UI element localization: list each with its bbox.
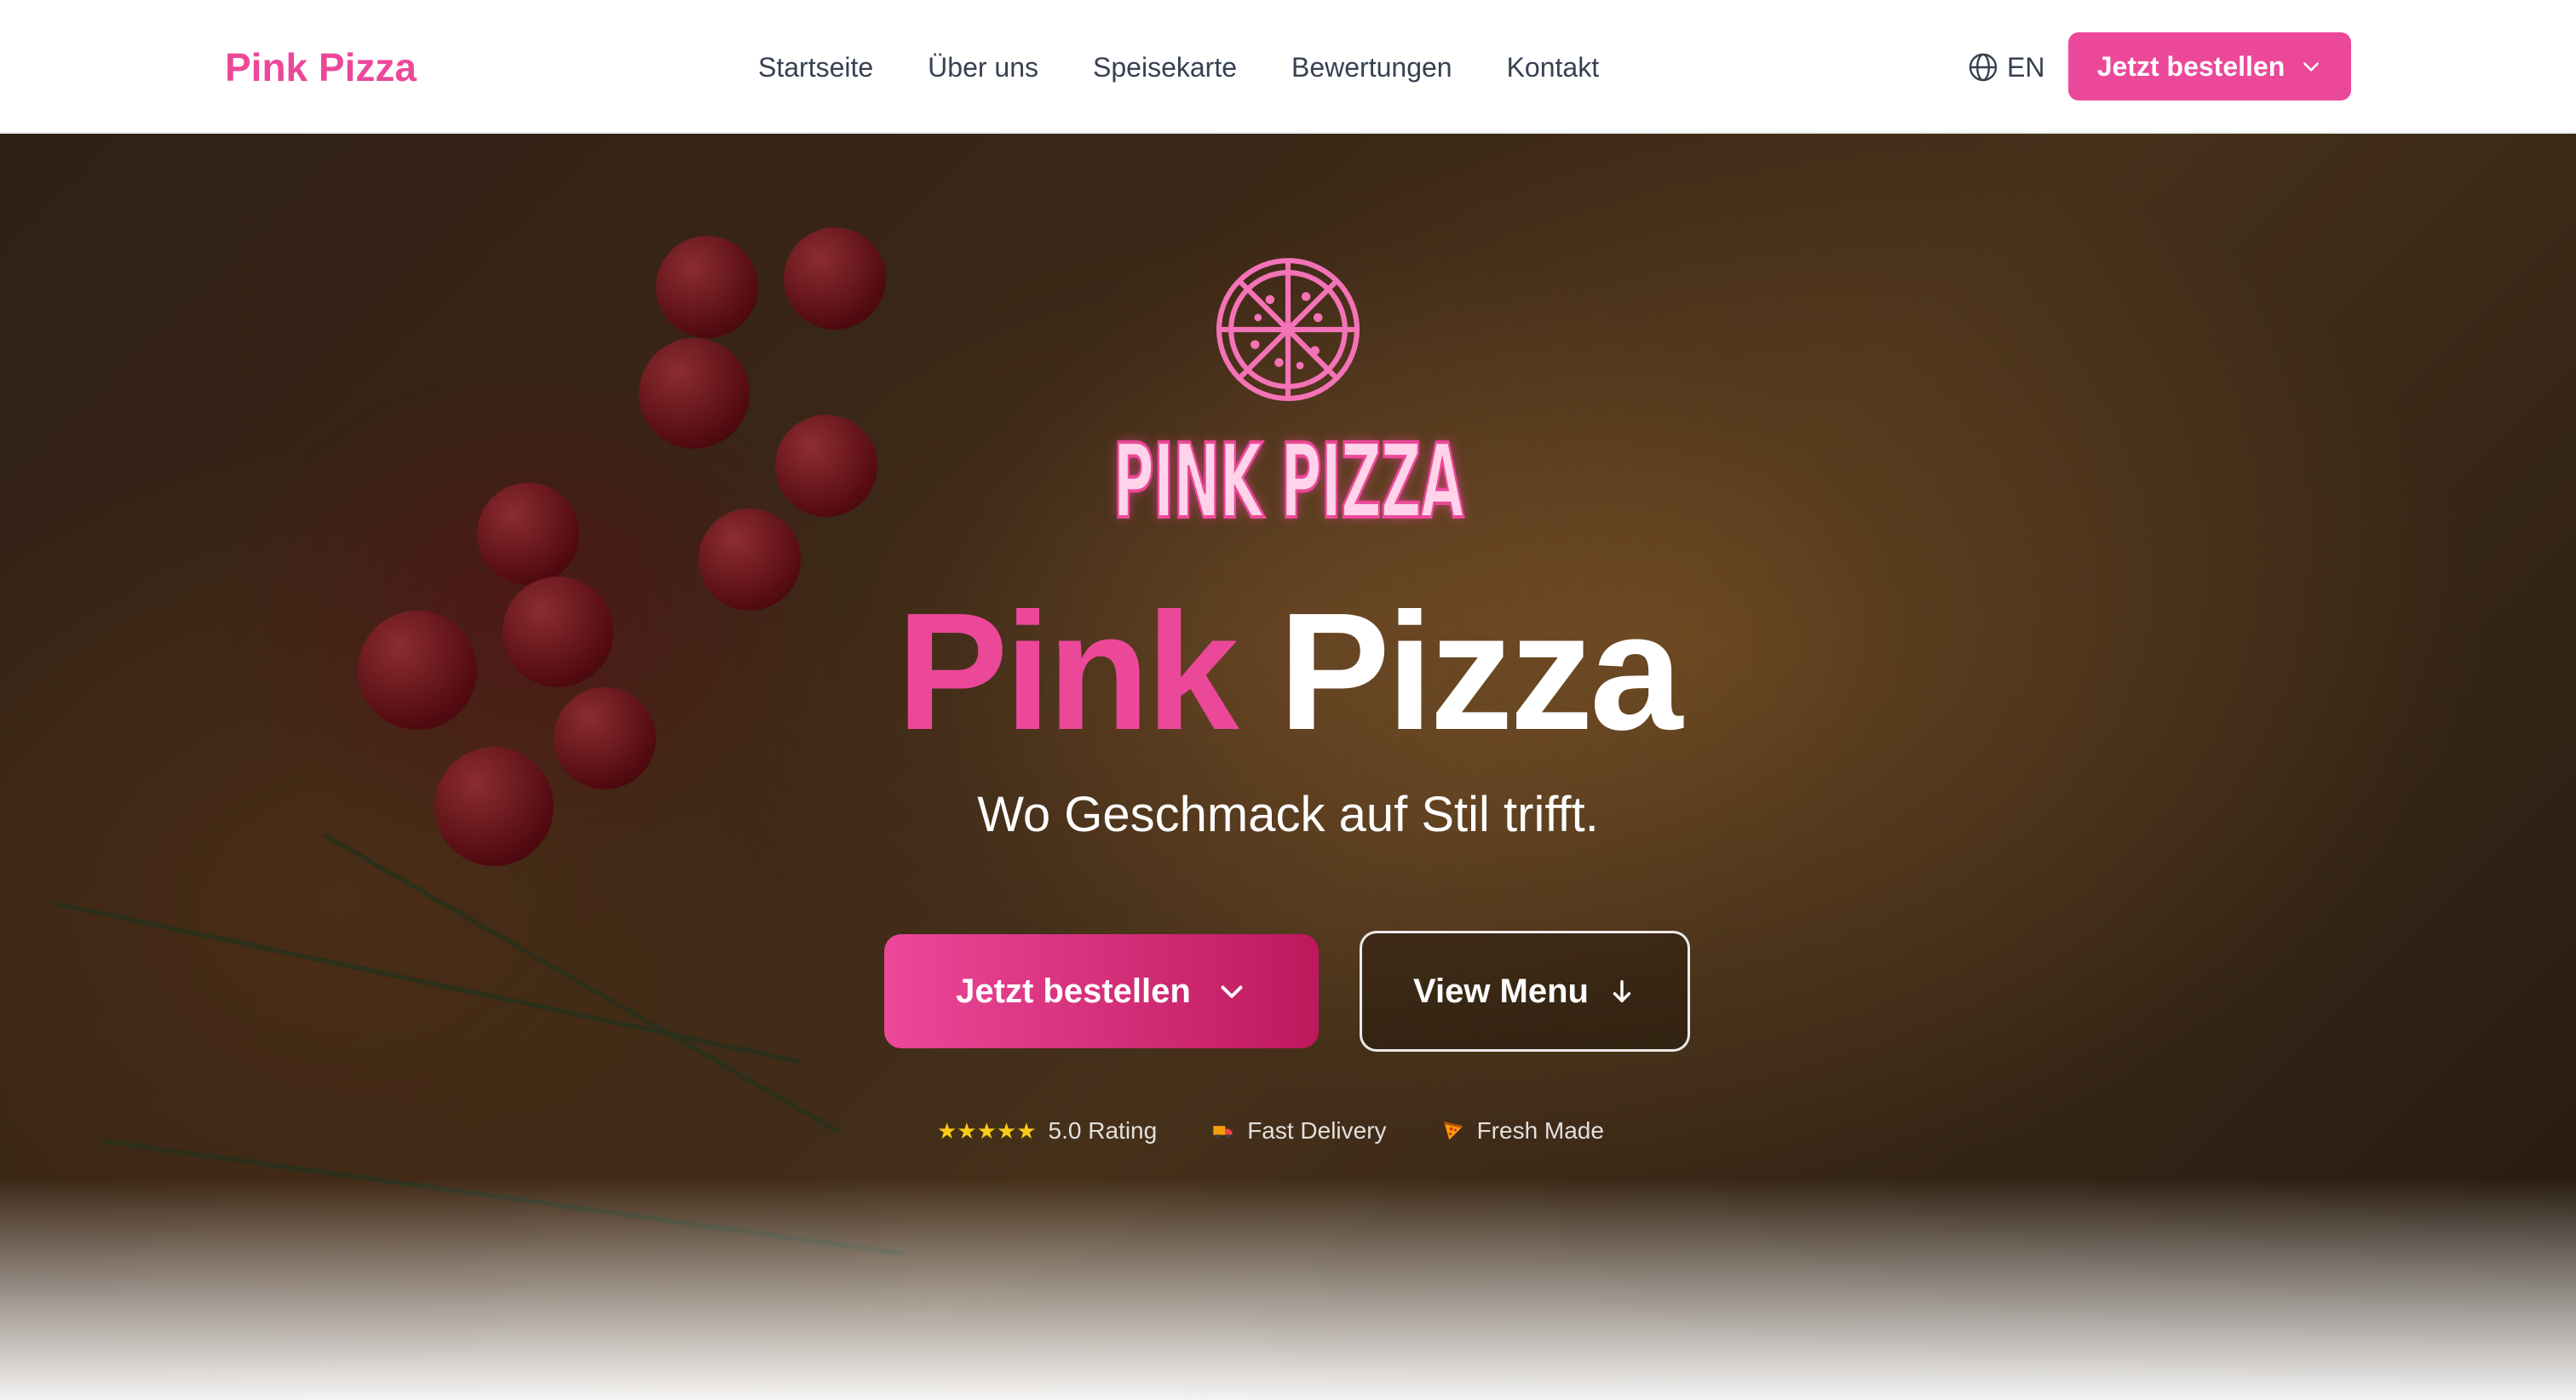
language-label: EN [2007, 51, 2045, 83]
site-header: Pink Pizza Startseite Über uns Speisekar… [0, 0, 2576, 134]
hero-features: ★★★★★ 5.0 Rating Fast Delivery Fresh Mad… [937, 1110, 1604, 1152]
brand-logo[interactable]: Pink Pizza [225, 37, 417, 97]
feature-delivery-label: Fast Delivery [1247, 1117, 1387, 1144]
chevron-down-icon [2303, 62, 2320, 72]
delivery-truck-icon [1213, 1126, 1233, 1139]
feature-delivery: Fast Delivery [1211, 1117, 1387, 1145]
header-order-label: Jetzt bestellen [2096, 50, 2286, 82]
nav-item-kontakt[interactable]: Kontakt [1507, 37, 1600, 97]
star-icon: ★★★★★ [937, 1117, 1037, 1144]
view-menu-button[interactable]: View Menu [1360, 931, 1690, 1052]
feature-fresh: Fresh Made [1441, 1117, 1604, 1145]
nav-item-startseite[interactable]: Startseite [758, 37, 873, 97]
globe-icon [1969, 53, 1998, 82]
feature-fresh-label: Fresh Made [1476, 1117, 1604, 1144]
hero-title-white: Pizza [1279, 578, 1682, 765]
nav-item-speisekarte[interactable]: Speisekarte [1093, 37, 1237, 97]
hero-title-pink: Pink [896, 578, 1239, 765]
language-switcher[interactable]: EN [1968, 37, 2044, 97]
feature-rating-label: 5.0 Rating [1048, 1117, 1158, 1144]
arrow-down-icon [1613, 979, 1631, 1003]
pizza-slice-icon [1443, 1122, 1463, 1140]
view-menu-label: View Menu [1413, 972, 1589, 1010]
hero-order-label: Jetzt bestellen [956, 972, 1191, 1010]
main-nav: Startseite Über uns Speisekarte Bewertun… [758, 37, 1599, 97]
hero-title: Pink Pizza [0, 578, 2576, 766]
pizza-logo-icon [1216, 257, 1360, 402]
hero-bottom-fade [0, 1179, 2576, 1400]
feature-rating: ★★★★★ 5.0 Rating [937, 1117, 1157, 1145]
header-order-button[interactable]: Jetzt bestellen [2068, 32, 2351, 100]
hero-order-button[interactable]: Jetzt bestellen [884, 934, 1319, 1048]
hero-tagline: Wo Geschmack auf Stil trifft. [977, 787, 1599, 842]
chevron-down-icon [1221, 985, 1243, 998]
nav-item-bewertungen[interactable]: Bewertungen [1291, 37, 1452, 97]
logo-wordmark: PINK PIZZA [1112, 422, 1464, 543]
hero-section: PINK PIZZA Pink Pizza Wo Geschmack auf S… [0, 134, 2576, 1400]
nav-item-ueber-uns[interactable]: Über uns [928, 37, 1038, 97]
